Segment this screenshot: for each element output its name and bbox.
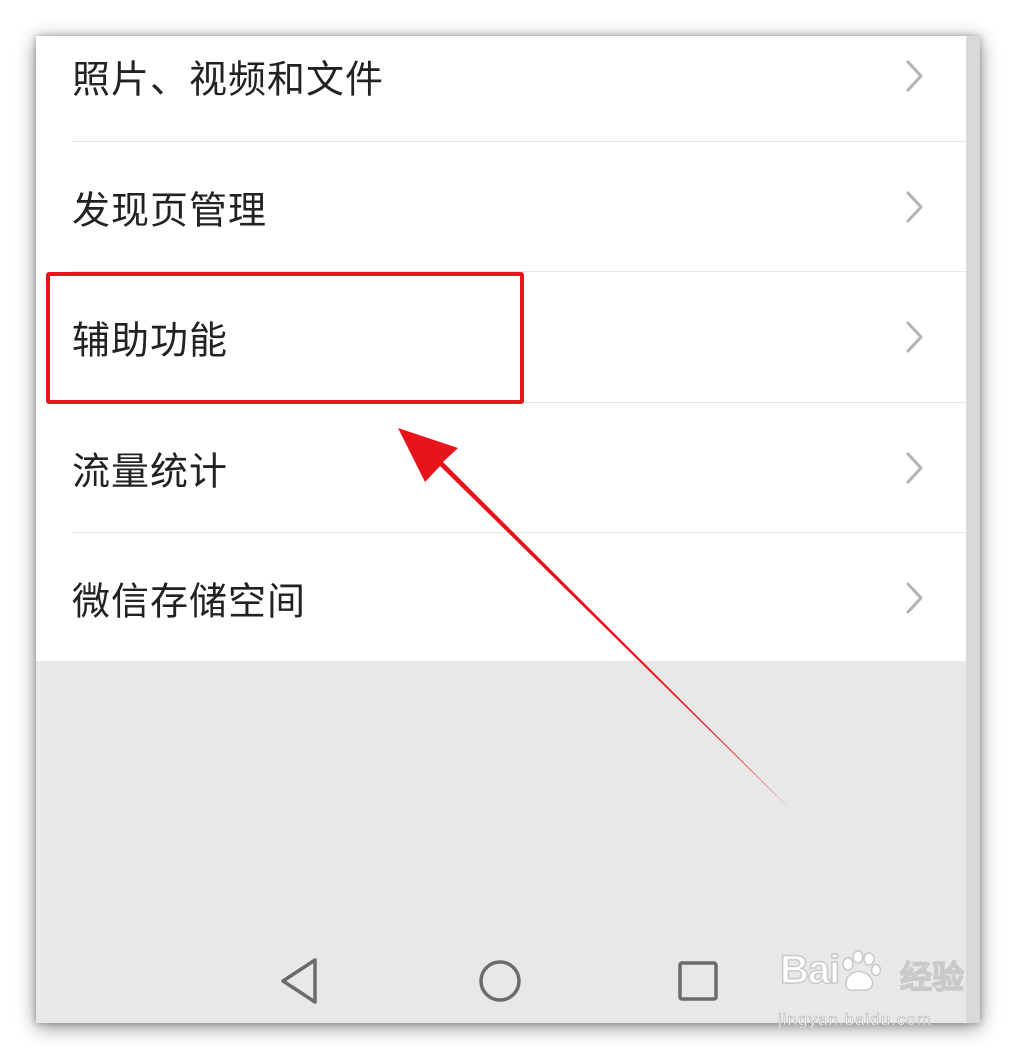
baidu-watermark: Bai 经验 jingyan.baidu.com [772,947,972,1038]
settings-item-label: 发现页管理 [72,188,268,233]
settings-item-label: 流量统计 [72,449,229,494]
back-icon[interactable] [271,951,331,1011]
chevron-right-icon [906,60,923,92]
chevron-right-icon [906,582,923,614]
settings-item-wechat-storage[interactable]: 微信存储空间 [36,533,966,663]
chevron-right-icon [906,452,923,484]
page: 照片、视频和文件 发现页管理 辅助功能 流量统计 微信存储空间 Bai 经验 j… [0,0,1016,1058]
phone-screen: 照片、视频和文件 发现页管理 辅助功能 流量统计 微信存储空间 [36,36,980,1023]
watermark-brand-suffix: 经验 [899,957,965,996]
settings-item-photos-videos-files[interactable]: 照片、视频和文件 [36,36,966,141]
settings-item-data-usage[interactable]: 流量统计 [36,403,966,533]
paw-icon [842,950,882,992]
settings-item-label: 微信存储空间 [72,579,307,624]
highlight-box [46,272,524,404]
chevron-right-icon [906,321,923,353]
settings-item-label: 照片、视频和文件 [72,57,385,102]
chevron-right-icon [906,191,923,223]
settings-item-discover-management[interactable]: 发现页管理 [36,142,966,272]
watermark-url: jingyan.baidu.com [778,1010,933,1030]
recents-icon[interactable] [668,951,728,1011]
watermark-brand: Bai [779,947,841,993]
home-icon[interactable] [470,951,530,1011]
background-edge [966,36,980,1023]
